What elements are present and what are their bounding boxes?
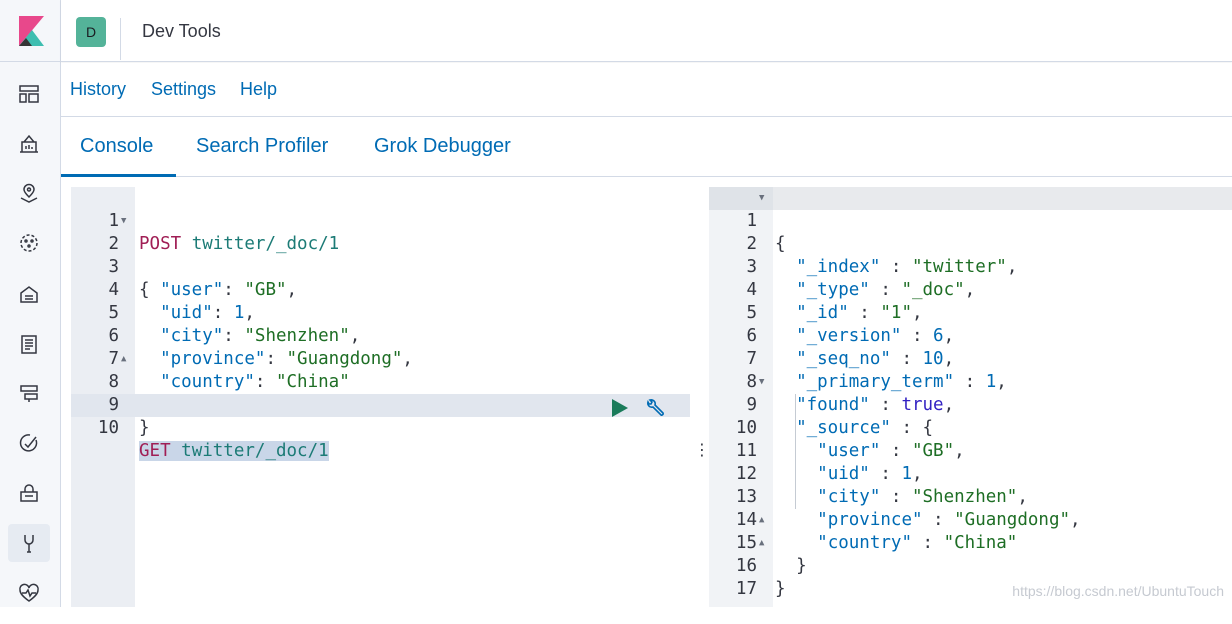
- monitoring-icon[interactable]: [8, 574, 50, 612]
- help-link[interactable]: Help: [240, 79, 277, 100]
- request-method: GET: [139, 441, 171, 461]
- fold-open-icon[interactable]: ▼: [759, 371, 764, 394]
- maps-icon[interactable]: [8, 175, 50, 213]
- wrench-icon[interactable]: [644, 397, 666, 419]
- history-link[interactable]: History: [70, 79, 126, 100]
- side-nav: [0, 0, 61, 607]
- settings-link[interactable]: Settings: [151, 79, 216, 100]
- devtools-icon[interactable]: [8, 524, 50, 562]
- kibana-logo[interactable]: [0, 0, 61, 62]
- output-line: 14 "country" : "China": [735, 510, 1018, 553]
- output-line: 16 ▲ }: [709, 532, 1232, 599]
- output-line: 8 "found" : true,: [746, 372, 955, 415]
- editor-line: 4 "uid": 1,: [108, 280, 255, 323]
- tab-console[interactable]: Console: [80, 135, 153, 158]
- output-line: 3 "_type" : "_doc",: [746, 257, 976, 300]
- output-line: 11 "uid" : 1,: [735, 441, 923, 484]
- editor-line: 6 "province": "Guangdong",: [108, 326, 413, 369]
- output-line: 15 ▲ }: [709, 509, 1232, 576]
- editor-line: 3 "user": "GB",: [108, 257, 298, 300]
- fold-close-icon[interactable]: ▲: [759, 532, 764, 555]
- breadcrumb-title: Dev Tools: [142, 21, 221, 41]
- editor-line: 9: [108, 395, 119, 415]
- canvas-icon[interactable]: [8, 125, 50, 163]
- editor-line: 2 ▼ {: [71, 210, 690, 300]
- send-request-icon[interactable]: [612, 399, 628, 417]
- output-line: 6 "_seq_no" : 10,: [746, 326, 955, 369]
- request-editor[interactable]: 1 POST twitter/_doc/1 2 ▼ { 3 "user": "G…: [71, 187, 690, 607]
- output-line: 5 "_version" : 6,: [746, 303, 955, 346]
- response-output: 1 ▼ { 2 "_index" : "twitter", 3 "_type" :…: [709, 187, 1232, 607]
- active-tab-indicator: [61, 174, 176, 177]
- top-nav-menu: History Settings Help: [61, 63, 1232, 117]
- space-avatar[interactable]: D: [76, 17, 106, 47]
- panel-resizer-icon[interactable]: ⋮: [694, 441, 710, 461]
- ml-icon[interactable]: [8, 224, 50, 262]
- tab-bar: Console Search Profiler Grok Debugger: [61, 117, 1232, 177]
- header-divider: [120, 18, 121, 60]
- siem-icon[interactable]: [8, 474, 50, 512]
- output-line: 7 "_primary_term" : 1,: [746, 349, 1007, 392]
- output-line: 10 "user" : "GB",: [735, 418, 965, 461]
- output-line: 1 ▼ {: [709, 187, 1232, 254]
- apm-icon[interactable]: [8, 374, 50, 412]
- output-line: 2 "_index" : "twitter",: [746, 234, 1018, 277]
- editor-line: 8 ▲ }: [71, 348, 690, 438]
- editor-line-active: 10 GET twitter/_doc/1: [97, 418, 329, 461]
- output-line: 9 ▼ "_source" : {: [709, 371, 1232, 438]
- editor-line: 5 "city": "Shenzhen",: [108, 303, 361, 346]
- fold-open-icon[interactable]: ▼: [121, 210, 126, 233]
- editor-line: 7 "country": "China": [108, 349, 350, 392]
- fold-open-icon[interactable]: ▼: [759, 187, 764, 210]
- logs-icon[interactable]: [8, 325, 50, 363]
- app-header: D Dev Tools: [61, 0, 1232, 62]
- fold-close-icon[interactable]: ▲: [121, 348, 126, 371]
- tab-grok-debugger[interactable]: Grok Debugger: [374, 135, 511, 158]
- kibana-logo-icon: [19, 16, 44, 46]
- dashboard-icon[interactable]: [8, 75, 50, 113]
- watermark: https://blog.csdn.net/UbuntuTouch: [1012, 583, 1224, 599]
- tab-search-profiler[interactable]: Search Profiler: [196, 135, 328, 158]
- output-line: 4 "_id" : "1",: [746, 280, 923, 323]
- output-line: 12 "city" : "Shenzhen",: [735, 464, 1028, 507]
- uptime-icon[interactable]: [8, 424, 50, 462]
- output-line: 13 "province" : "Guangdong",: [735, 487, 1081, 530]
- editor-line: 1 POST twitter/_doc/1: [108, 211, 340, 254]
- output-line: 17: [735, 579, 757, 599]
- fold-close-icon[interactable]: ▲: [759, 509, 764, 532]
- infrastructure-icon[interactable]: [8, 275, 50, 313]
- request-url: twitter/_doc/1: [181, 441, 329, 461]
